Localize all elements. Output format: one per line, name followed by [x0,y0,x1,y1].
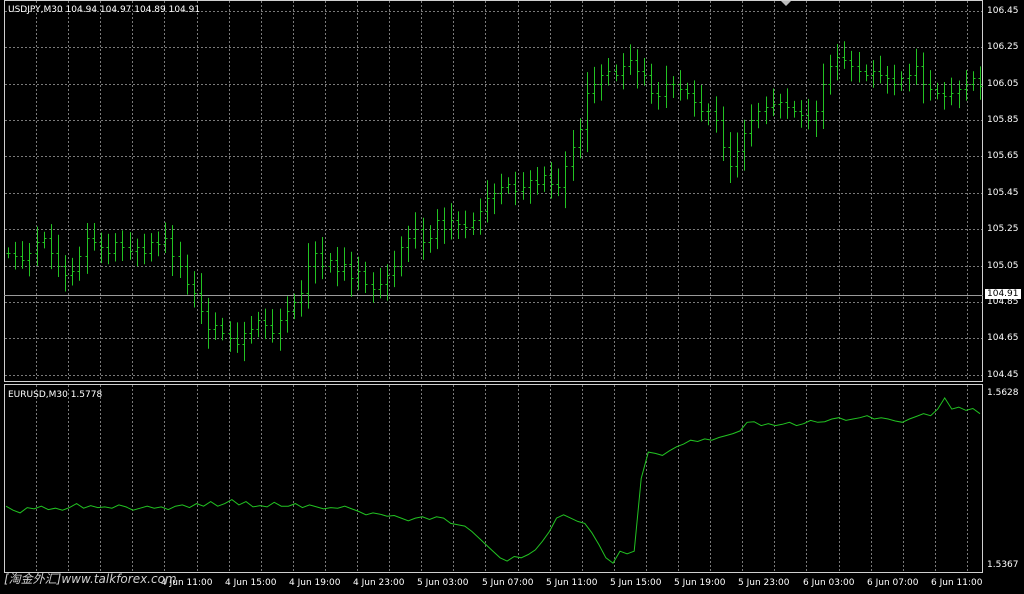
x-tick-label: 5 Jun 23:00 [738,578,790,588]
eurusd-header: EURUSD,M30 1.5778 [8,390,103,400]
x-tick-label: 5 Jun 19:00 [674,578,726,588]
x-tick-label: 6 Jun 07:00 [867,578,919,588]
watermark: [淘金外汇]www.talkforex.com [4,572,177,586]
y-tick-label: 106.45 [987,5,1019,16]
y-tick-label: 105.45 [987,187,1019,198]
x-tick-label: 4 Jun 19:00 [289,578,341,588]
top-panel-frame [4,0,983,382]
grid-lines [5,1,982,572]
x-tick-label: 5 Jun 03:00 [417,578,469,588]
x-tick-label: 4 Jun 23:00 [353,578,405,588]
chart-canvas [4,0,983,573]
y-tick-label: 105.85 [987,114,1019,125]
bottom-panel-frame [4,384,983,573]
y-tick-label: 104.65 [987,332,1019,343]
y-tick-label: 1.5628 [987,388,1019,398]
scroll-marker[interactable] [781,1,791,6]
y-tick-label: 1.5367 [987,560,1019,570]
y-tick-label: 105.25 [987,223,1019,234]
x-tick-label: 6 Jun 11:00 [931,578,983,588]
y-tick-label: 106.05 [987,78,1019,89]
x-tick-label: 5 Jun 15:00 [610,578,662,588]
x-tick-label: 6 Jun 03:00 [803,578,855,588]
y-tick-label: 105.65 [987,150,1019,161]
usdjpy-header: USDJPY,M30 104.94 104.97 104.89 104.91 [8,5,201,15]
eurusd-line-series [5,396,981,564]
usdjpy-ohlc-bars [6,41,983,362]
x-tick-label: 5 Jun 07:00 [482,578,534,588]
y-tick-label: 105.05 [987,260,1019,271]
y-tick-label: 104.85 [987,296,1019,307]
x-tick-label: 4 Jun 15:00 [225,578,277,588]
y-tick-label: 106.25 [987,41,1019,52]
x-tick-label: 5 Jun 11:00 [546,578,598,588]
y-tick-label: 104.45 [987,369,1019,380]
